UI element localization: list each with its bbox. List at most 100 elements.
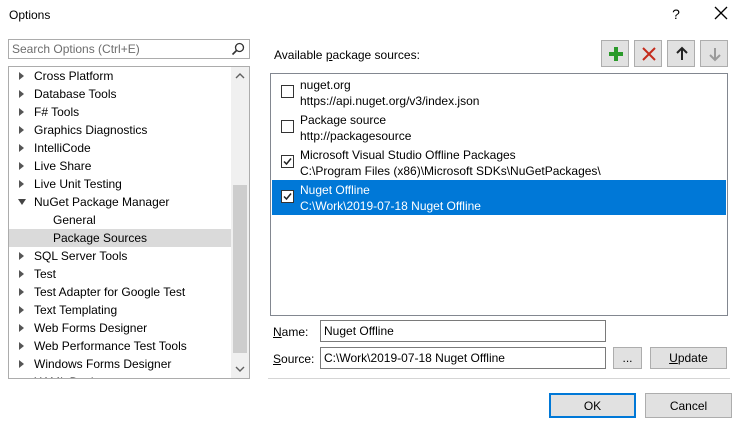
help-button[interactable]: ? — [669, 6, 683, 22]
tree-item-label: SQL Server Tools — [34, 249, 128, 263]
name-field[interactable] — [320, 320, 606, 342]
tree-item-label: NuGet Package Manager — [34, 195, 170, 209]
scroll-down-button[interactable] — [231, 360, 249, 378]
tree-item[interactable]: NuGet Package Manager — [9, 193, 231, 211]
move-down-button[interactable] — [700, 40, 728, 67]
tree-item[interactable]: Web Forms Designer — [9, 319, 231, 337]
collapsed-arrow-icon[interactable] — [19, 252, 24, 260]
tree-item-label: Live Share — [34, 159, 92, 173]
chevron-down-icon — [235, 366, 245, 372]
arrow-down-icon — [709, 48, 721, 62]
collapsed-arrow-icon[interactable] — [19, 288, 24, 296]
move-up-button[interactable] — [667, 40, 695, 67]
collapsed-arrow-icon[interactable] — [19, 144, 24, 152]
source-name: Microsoft Visual Studio Offline Packages — [300, 148, 516, 162]
title-bar — [0, 0, 744, 32]
search-box[interactable] — [8, 39, 250, 59]
source-field[interactable] — [320, 347, 606, 369]
source-list-item[interactable]: Package source http://packagesource — [272, 110, 726, 145]
tree-item-label: Database Tools — [34, 87, 117, 101]
source-name: nuget.org — [300, 78, 351, 92]
tree-item[interactable]: SQL Server Tools — [9, 247, 231, 265]
tree-item[interactable]: Live Share — [9, 157, 231, 175]
search-icon[interactable] — [231, 42, 245, 56]
source-list-item[interactable]: Microsoft Visual Studio Offline Packages… — [272, 145, 726, 180]
tree-item[interactable]: General — [9, 211, 231, 229]
collapsed-arrow-icon[interactable] — [19, 324, 24, 332]
expanded-arrow-icon[interactable] — [18, 199, 26, 205]
available-sources-label: Available package sources: — [274, 48, 420, 62]
collapsed-arrow-icon[interactable] — [19, 306, 24, 314]
tree-item-label: XAML Designer — [34, 373, 118, 378]
window-title: Options — [9, 8, 51, 22]
update-button[interactable]: Update — [650, 347, 727, 369]
close-button[interactable] — [712, 4, 730, 22]
source-name: Nuget Offline — [300, 183, 370, 197]
tree-item-label: General — [53, 213, 96, 227]
collapsed-arrow-icon[interactable] — [19, 126, 24, 134]
tree-item-label: Windows Forms Designer — [34, 357, 172, 371]
collapsed-arrow-icon[interactable] — [19, 108, 24, 116]
tree-item[interactable]: Live Unit Testing — [9, 175, 231, 193]
tree-item[interactable]: Graphics Diagnostics — [9, 121, 231, 139]
source-label: Source: — [273, 352, 315, 366]
tree-item[interactable]: Text Templating — [9, 301, 231, 319]
source-name: Package source — [300, 113, 387, 127]
plus-icon — [609, 47, 623, 61]
tree-item[interactable]: F# Tools — [9, 103, 231, 121]
tree-item[interactable]: Test — [9, 265, 231, 283]
source-list-item[interactable]: nuget.org https://api.nuget.org/v3/index.… — [272, 75, 726, 110]
collapsed-arrow-icon[interactable] — [19, 162, 24, 170]
tree-item-label: Test Adapter for Google Test — [34, 285, 186, 299]
tree-item-label: Web Performance Test Tools — [34, 339, 187, 353]
source-checkbox[interactable] — [281, 155, 294, 168]
tree-item[interactable]: XAML Designer — [9, 373, 231, 379]
remove-source-button[interactable] — [634, 40, 662, 67]
source-url: C:\Work\2019-07-18 Nuget Offline — [300, 199, 481, 213]
tree-item-label: Text Templating — [34, 303, 118, 317]
tree-item-label: Graphics Diagnostics — [34, 123, 148, 137]
tree-item[interactable]: Windows Forms Designer — [9, 355, 231, 373]
collapsed-arrow-icon[interactable] — [19, 270, 24, 278]
scroll-up-button[interactable] — [231, 67, 249, 85]
source-list-item[interactable]: Nuget Offline C:\Work\2019-07-18 Nuget Of… — [272, 180, 726, 215]
collapsed-arrow-icon[interactable] — [19, 342, 24, 350]
checkmark-icon — [283, 193, 292, 201]
name-label: Name: — [273, 325, 309, 339]
ok-button[interactable]: OK — [549, 393, 636, 418]
package-sources-list[interactable]: nuget.org https://api.nuget.org/v3/index.… — [270, 73, 728, 316]
source-url: https://api.nuget.org/v3/index.json — [300, 94, 480, 108]
tree-item-label: F# Tools — [34, 105, 80, 119]
collapsed-arrow-icon[interactable] — [19, 360, 24, 368]
source-url: http://packagesource — [300, 129, 412, 143]
tree-item-label: Web Forms Designer — [34, 321, 148, 335]
collapsed-arrow-icon[interactable] — [19, 90, 24, 98]
collapsed-arrow-icon[interactable] — [19, 180, 24, 188]
chevron-up-icon — [235, 73, 245, 79]
tree-item-label: Live Unit Testing — [34, 177, 122, 191]
scroll-thumb[interactable] — [233, 185, 247, 353]
browse-button[interactable]: ... — [613, 347, 642, 369]
collapsed-arrow-icon[interactable] — [19, 72, 24, 80]
tree-item[interactable]: Web Performance Test Tools — [9, 337, 231, 355]
source-checkbox[interactable] — [281, 120, 294, 133]
search-input[interactable] — [12, 41, 222, 57]
add-source-button[interactable] — [601, 40, 629, 67]
cancel-button[interactable]: Cancel — [645, 393, 732, 418]
source-checkbox[interactable] — [281, 85, 294, 98]
tree-item[interactable]: IntelliCode — [9, 139, 231, 157]
collapsed-arrow-icon[interactable] — [19, 378, 24, 379]
tree-scrollbar[interactable] — [231, 67, 249, 378]
tree-item[interactable]: Database Tools — [9, 85, 231, 103]
separator — [268, 378, 730, 379]
options-tree[interactable]: Cross Platform Database Tools F# Tools Grap… — [8, 66, 250, 379]
x-icon — [642, 47, 656, 61]
arrow-up-icon — [676, 46, 688, 60]
source-url: C:\Program Files (x86)\Microsoft SDKs\Nu… — [300, 164, 601, 178]
tree-item[interactable]: Cross Platform — [9, 67, 231, 85]
checkmark-icon — [283, 158, 292, 166]
source-checkbox[interactable] — [281, 190, 294, 203]
close-icon — [714, 6, 728, 20]
tree-item[interactable]: Package Sources — [9, 229, 231, 247]
tree-item[interactable]: Test Adapter for Google Test — [9, 283, 231, 301]
